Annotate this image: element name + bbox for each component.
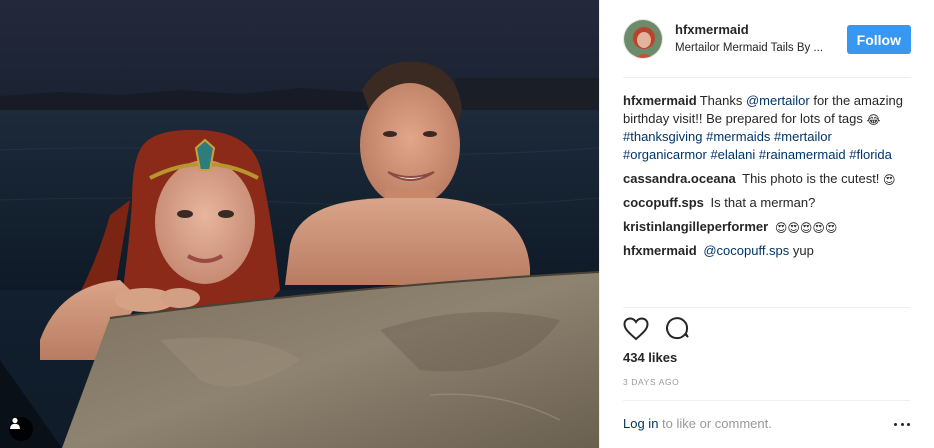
likes-count[interactable]: 434 likes bbox=[623, 350, 677, 365]
footer-divider bbox=[623, 400, 910, 401]
hashtag[interactable]: #mermaids bbox=[706, 129, 770, 144]
post-photo[interactable] bbox=[0, 0, 599, 448]
comment-username[interactable]: cassandra.oceana bbox=[623, 171, 736, 186]
comment-text: Is that a merman? bbox=[710, 195, 816, 210]
header-location[interactable]: Mertailor Mermaid Tails By ... bbox=[675, 39, 835, 57]
post-timestamp[interactable]: 3 DAYS AGO bbox=[623, 377, 679, 387]
heart-eyes-emoji: 😍 bbox=[883, 173, 896, 187]
comment-text: yup bbox=[789, 243, 814, 258]
dot bbox=[907, 422, 910, 426]
laughing-emoji: 😂 bbox=[866, 113, 881, 127]
hashtag[interactable]: #elalani bbox=[710, 147, 755, 162]
actions-divider bbox=[623, 307, 910, 308]
like-button[interactable] bbox=[622, 315, 650, 343]
caption: hfxmermaid Thanks @mertailor for the amaz… bbox=[623, 93, 903, 162]
avatar-image bbox=[624, 20, 662, 58]
header-username[interactable]: hfxmermaid bbox=[675, 21, 835, 39]
caption-mention[interactable]: @mertailor bbox=[746, 93, 810, 108]
user-tag-button[interactable] bbox=[9, 417, 33, 441]
hashtag[interactable]: #rainamermaid bbox=[759, 147, 846, 162]
heart-icon bbox=[623, 317, 649, 341]
comment-button[interactable] bbox=[664, 315, 692, 343]
hashtag[interactable]: #organicarmor bbox=[623, 147, 707, 162]
login-link[interactable]: Log in bbox=[623, 416, 658, 431]
login-prompt: Log in to like or comment. bbox=[623, 416, 772, 431]
dot bbox=[894, 422, 897, 426]
caption-username[interactable]: hfxmermaid bbox=[623, 93, 697, 108]
comment-username[interactable]: hfxmermaid bbox=[623, 243, 697, 258]
dot bbox=[900, 422, 904, 426]
heart-eyes-emoji: 😍😍😍😍😍 bbox=[774, 221, 838, 235]
comment: cassandra.oceana This photo is the cutes… bbox=[623, 170, 913, 188]
follow-button[interactable]: Follow bbox=[846, 25, 911, 54]
action-bar bbox=[622, 315, 692, 343]
hashtag[interactable]: #florida bbox=[849, 147, 892, 162]
comment-text: This photo is the cutest! bbox=[742, 171, 884, 186]
comment: cocopuff.sps Is that a merman? bbox=[623, 194, 913, 212]
post-sidebar: hfxmermaid Mertailor Mermaid Tails By ..… bbox=[599, 0, 934, 448]
person-icon bbox=[10, 417, 20, 429]
comment-mention[interactable]: @cocopuff.sps bbox=[703, 243, 789, 258]
ellipsis-icon[interactable] bbox=[894, 418, 910, 430]
comment-username[interactable]: kristinlangilleperformer bbox=[623, 219, 768, 234]
comment: kristinlangilleperformer 😍😍😍😍😍 bbox=[623, 218, 913, 236]
comment: hfxmermaid @cocopuff.sps yup bbox=[623, 242, 913, 260]
comment-icon bbox=[666, 317, 689, 340]
hashtag[interactable]: #mertailor bbox=[774, 129, 832, 144]
avatar[interactable] bbox=[623, 19, 663, 59]
comment-list: hfxmermaid Thanks @mertailor for the amaz… bbox=[623, 92, 913, 266]
post-header: hfxmermaid Mertailor Mermaid Tails By ..… bbox=[600, 0, 934, 78]
hashtag[interactable]: #thanksgiving bbox=[623, 129, 703, 144]
post-container: hfxmermaid Mertailor Mermaid Tails By ..… bbox=[0, 0, 934, 448]
login-prompt-text: to like or comment. bbox=[658, 416, 772, 431]
header-divider bbox=[623, 77, 911, 78]
photo-illustration bbox=[0, 0, 599, 448]
comment-username[interactable]: cocopuff.sps bbox=[623, 195, 704, 210]
